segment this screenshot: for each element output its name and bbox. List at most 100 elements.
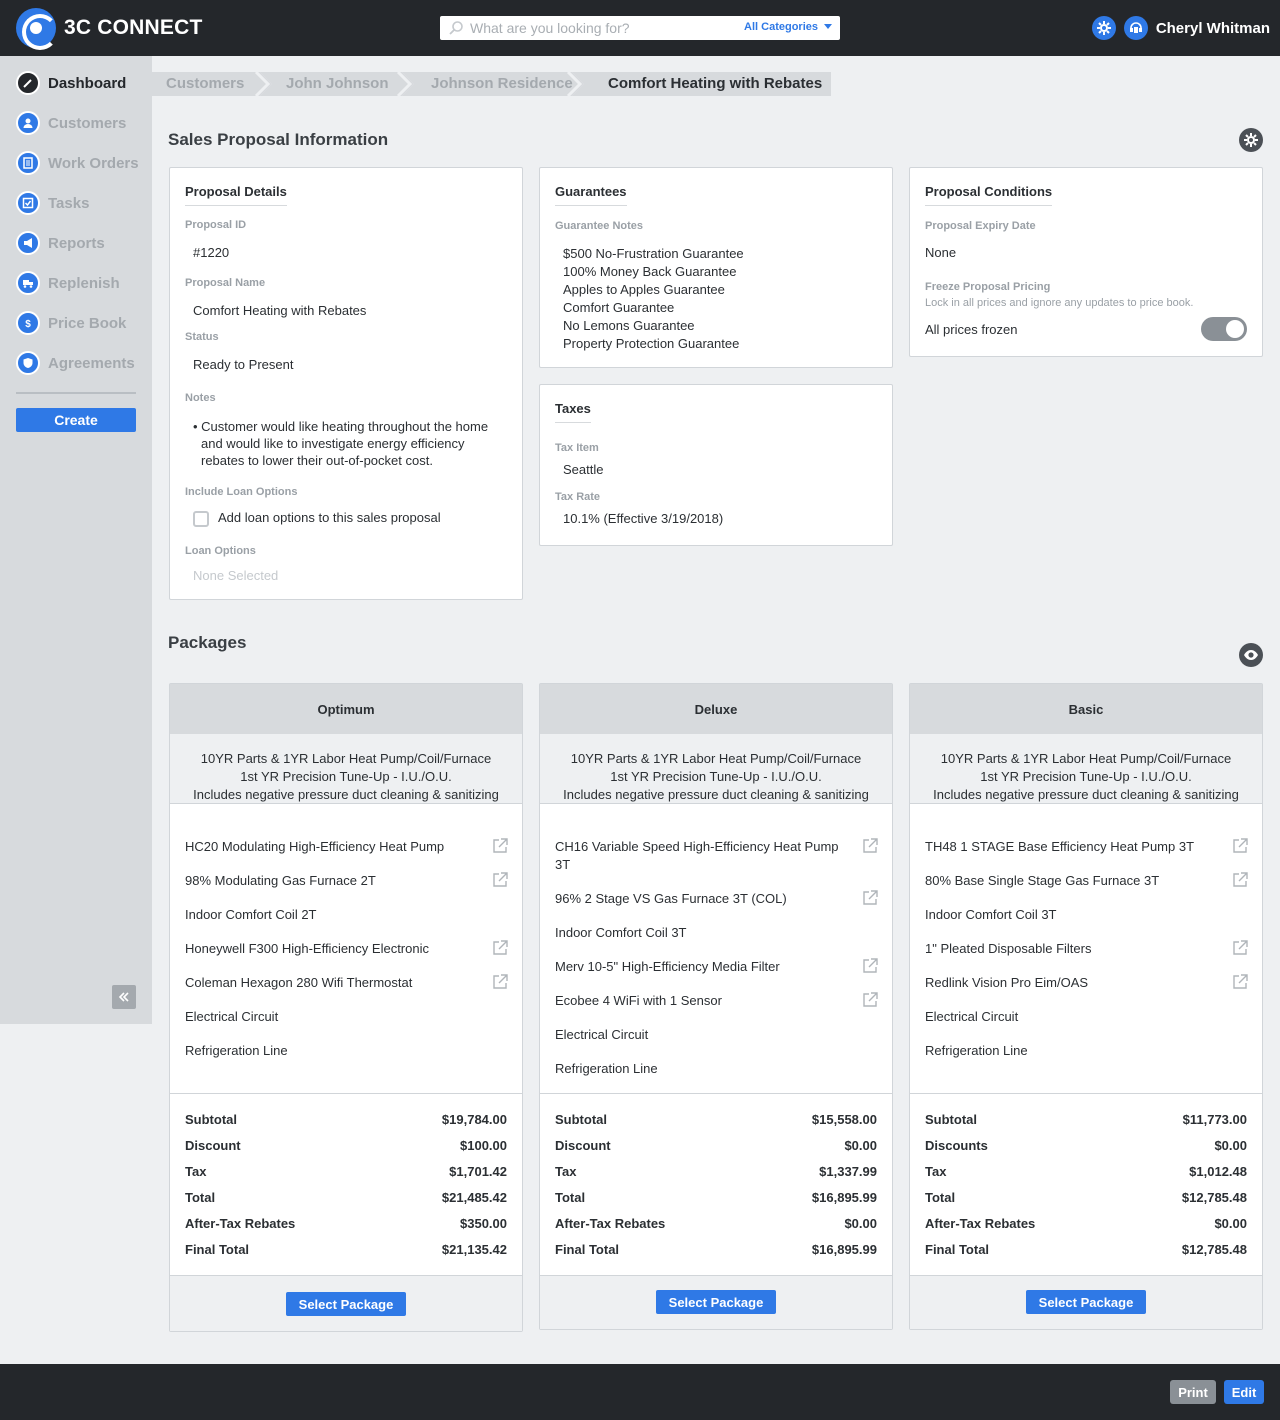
total-label: Total bbox=[555, 1190, 586, 1205]
proposal-settings-gear-icon[interactable] bbox=[1239, 128, 1263, 152]
package-name: Deluxe bbox=[540, 684, 892, 734]
sidebar-item-label: Replenish bbox=[48, 274, 120, 292]
section-title-packages: Packages bbox=[168, 633, 247, 652]
search-bar: All Categories bbox=[440, 16, 840, 40]
external-link-icon[interactable] bbox=[862, 890, 878, 906]
user-name[interactable]: Cheryl Whitman bbox=[1156, 20, 1270, 37]
sidebar-item-reports[interactable]: Reports bbox=[16, 231, 105, 255]
external-link-icon[interactable] bbox=[1232, 974, 1248, 990]
print-button[interactable]: Print bbox=[1170, 1380, 1216, 1404]
tax-item-value: Seattle bbox=[563, 462, 604, 477]
visibility-eye-icon[interactable] bbox=[1239, 643, 1263, 667]
create-button[interactable]: Create bbox=[16, 408, 136, 432]
external-link-icon[interactable] bbox=[1232, 872, 1248, 888]
subtotal-row: Subtotal $19,784.00 bbox=[185, 1112, 507, 1127]
guarantee-item: Apples to Apples Guarantee bbox=[563, 282, 725, 297]
external-link-icon[interactable] bbox=[1232, 838, 1248, 854]
total-label: Subtotal bbox=[555, 1112, 607, 1127]
taxes-card: Taxes Tax Item Seattle Tax Rate 10.1% (E… bbox=[539, 384, 893, 546]
package-item: Refrigeration Line bbox=[925, 1043, 1028, 1058]
sidebar-item-price-book[interactable]: $ Price Book bbox=[16, 311, 126, 335]
external-link-icon[interactable] bbox=[492, 872, 508, 888]
sidebar-item-agreements[interactable]: Agreements bbox=[16, 351, 135, 375]
tax-row: Tax $1,337.99 bbox=[555, 1164, 877, 1179]
package-item: Ecobee 4 WiFi with 1 Sensor bbox=[555, 993, 722, 1008]
rebates-row: After-Tax Rebates $350.00 bbox=[185, 1216, 507, 1231]
tax-row: Tax $1,701.42 bbox=[185, 1164, 507, 1179]
guarantee-list: $500 No-Frustration Guarantee 100% Money… bbox=[563, 245, 744, 353]
sidebar-item-customers[interactable]: Customers bbox=[16, 111, 126, 135]
app-name: 3C CONNECT bbox=[64, 16, 203, 39]
total-value: $1,337.99 bbox=[819, 1164, 877, 1179]
package-footer: Select Package bbox=[170, 1275, 522, 1331]
support-agent-icon[interactable] bbox=[1123, 16, 1148, 40]
total-label: Subtotal bbox=[925, 1112, 977, 1127]
proposal-notes: • Customer would like heating throughout… bbox=[193, 418, 488, 469]
total-label: After-Tax Rebates bbox=[555, 1216, 666, 1231]
collapse-sidebar-button[interactable] bbox=[112, 985, 136, 1009]
sidebar-item-work-orders[interactable]: Work Orders bbox=[16, 151, 139, 175]
breadcrumb-customers[interactable]: Customers bbox=[166, 75, 244, 92]
guarantee-item: $500 No-Frustration Guarantee bbox=[563, 246, 744, 261]
package-desc-line: 10YR Parts & 1YR Labor Heat Pump/Coil/Fu… bbox=[570, 751, 862, 766]
total-label: After-Tax Rebates bbox=[185, 1216, 296, 1231]
gauge-icon bbox=[16, 71, 40, 95]
divider bbox=[540, 1093, 892, 1094]
package-desc-line: 10YR Parts & 1YR Labor Heat Pump/Coil/Fu… bbox=[940, 751, 1232, 766]
external-link-icon[interactable] bbox=[1232, 940, 1248, 956]
final-total-row: Final Total $12,785.48 bbox=[925, 1242, 1247, 1257]
total-value: $1,701.42 bbox=[449, 1164, 507, 1179]
breadcrumb-customer-name[interactable]: John Johnson bbox=[286, 75, 389, 92]
final-total-row: Final Total $21,135.42 bbox=[185, 1242, 507, 1257]
total-value: $21,135.42 bbox=[441, 1242, 507, 1257]
package-item: HC20 Modulating High-Efficiency Heat Pum… bbox=[185, 839, 445, 854]
select-package-button[interactable]: Select Package bbox=[1026, 1290, 1146, 1314]
sidebar-item-label: Customers bbox=[48, 114, 127, 132]
sidebar-item-dashboard[interactable]: Dashboard bbox=[16, 71, 126, 95]
external-link-icon[interactable] bbox=[492, 940, 508, 956]
field-label: Proposal ID bbox=[185, 219, 247, 231]
guarantee-item: Comfort Guarantee bbox=[563, 300, 675, 315]
card-title: Taxes bbox=[555, 401, 591, 423]
settings-gear-icon[interactable] bbox=[1091, 16, 1116, 40]
search-icon bbox=[449, 21, 463, 35]
package-name: Basic bbox=[910, 684, 1262, 734]
field-description: Lock in all prices and ignore any update… bbox=[925, 297, 1194, 309]
toggle-knob bbox=[1226, 320, 1244, 338]
external-link-icon[interactable] bbox=[862, 958, 878, 974]
app-logo[interactable]: 3C CONNECT bbox=[16, 8, 203, 50]
total-label: Subtotal bbox=[185, 1112, 237, 1127]
tax-rate-value: 10.1% (Effective 3/19/2018) bbox=[563, 511, 724, 526]
sidebar-item-label: Work Orders bbox=[48, 154, 139, 172]
freeze-pricing-toggle[interactable] bbox=[1201, 317, 1247, 341]
total-value: $0.00 bbox=[844, 1216, 877, 1231]
loan-options-checkbox[interactable] bbox=[193, 511, 209, 527]
total-value: $11,773.00 bbox=[1182, 1112, 1247, 1127]
field-label: Tax Rate bbox=[555, 491, 601, 503]
breadcrumb-location[interactable]: Johnson Residence bbox=[431, 75, 573, 92]
package-description: 10YR Parts & 1YR Labor Heat Pump/Coil/Fu… bbox=[170, 734, 522, 804]
total-value: $1,012.48 bbox=[1189, 1164, 1247, 1179]
external-link-icon[interactable] bbox=[492, 838, 508, 854]
search-input[interactable] bbox=[470, 16, 740, 40]
external-link-icon[interactable] bbox=[862, 992, 878, 1008]
select-package-button[interactable]: Select Package bbox=[656, 1290, 776, 1314]
total-label: Final Total bbox=[555, 1242, 620, 1257]
package-desc-line: Includes negative pressure duct cleaning… bbox=[563, 787, 869, 802]
external-link-icon[interactable] bbox=[862, 838, 878, 854]
total-label: Tax bbox=[925, 1164, 947, 1179]
category-dropdown[interactable]: All Categories bbox=[744, 21, 832, 33]
total-value: $16,895.99 bbox=[811, 1190, 877, 1205]
section-title-proposal: Sales Proposal Information bbox=[168, 130, 389, 149]
sidebar-item-tasks[interactable]: Tasks bbox=[16, 191, 89, 215]
package-item: 1" Pleated Disposable Filters bbox=[925, 941, 1092, 956]
sidebar-item-replenish[interactable]: Replenish bbox=[16, 271, 120, 295]
external-link-icon[interactable] bbox=[492, 974, 508, 990]
edit-button[interactable]: Edit bbox=[1224, 1380, 1264, 1404]
freeze-pricing-value: All prices frozen bbox=[925, 322, 1018, 337]
package-item: Indoor Comfort Coil 3T bbox=[555, 925, 687, 940]
total-label: Total bbox=[925, 1190, 956, 1205]
select-package-button[interactable]: Select Package bbox=[286, 1292, 406, 1316]
field-label: Notes bbox=[185, 392, 216, 404]
loan-options-checkbox-label[interactable]: Add loan options to this sales proposal bbox=[218, 510, 441, 525]
